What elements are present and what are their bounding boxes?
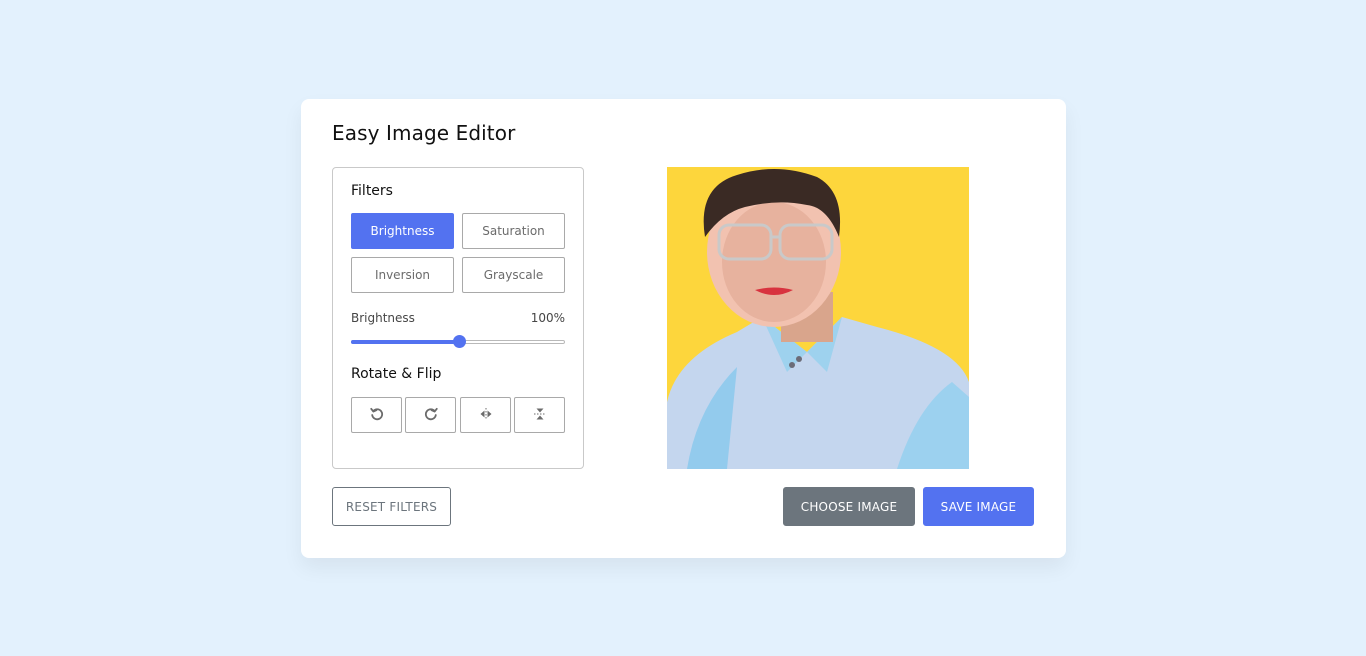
flip-vertical-button[interactable] — [514, 397, 565, 433]
preview-image — [667, 167, 969, 469]
slider-info: Brightness 100% — [351, 311, 565, 325]
flip-vertical-icon — [532, 406, 548, 425]
reset-filters-button[interactable]: RESET FILTERS — [332, 487, 451, 526]
controls-panel: Filters Brightness Saturation Inversion … — [332, 167, 584, 469]
filter-grayscale-button[interactable]: Grayscale — [462, 257, 565, 293]
choose-image-button[interactable]: CHOOSE IMAGE — [783, 487, 915, 526]
slider-value: 100% — [530, 311, 565, 325]
slider-thumb[interactable] — [453, 335, 466, 348]
filter-inversion-button[interactable]: Inversion — [351, 257, 454, 293]
filter-brightness-button[interactable]: Brightness — [351, 213, 454, 249]
slider-fill — [351, 340, 458, 344]
rotate-right-icon — [423, 406, 439, 425]
flip-horizontal-icon — [478, 406, 494, 425]
brightness-slider[interactable] — [351, 335, 565, 348]
rotate-left-button[interactable] — [351, 397, 402, 433]
rotate-left-icon — [369, 406, 385, 425]
rotate-right-button[interactable] — [405, 397, 456, 433]
slider-name: Brightness — [351, 311, 415, 325]
filters-heading: Filters — [351, 183, 393, 199]
page-title: Easy Image Editor — [332, 121, 516, 145]
save-image-button[interactable]: SAVE IMAGE — [923, 487, 1034, 526]
editor-card: Easy Image Editor Filters Brightness Sat… — [301, 99, 1066, 558]
rotate-flip-heading: Rotate & Flip — [351, 366, 442, 382]
filter-saturation-button[interactable]: Saturation — [462, 213, 565, 249]
portrait-illustration — [667, 167, 969, 469]
flip-horizontal-button[interactable] — [460, 397, 511, 433]
